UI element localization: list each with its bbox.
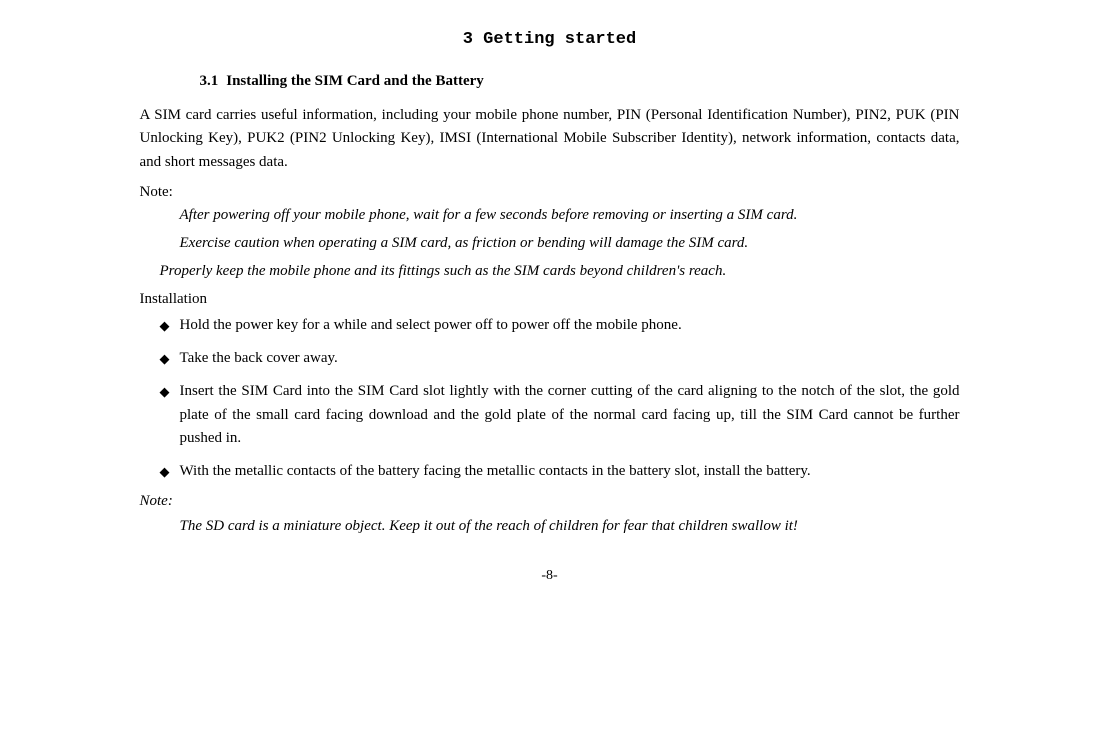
bullet-text-4: With the metallic contacts of the batter… <box>180 460 960 483</box>
list-item: ◆ Hold the power key for a while and sel… <box>160 314 960 337</box>
section-title: Installing the SIM Card and the Battery <box>226 73 484 89</box>
note-line-1: After powering off your mobile phone, wa… <box>180 203 960 227</box>
intro-paragraph: A SIM card carries useful information, i… <box>140 104 960 174</box>
list-item: ◆ Insert the SIM Card into the SIM Card … <box>160 380 960 450</box>
bottom-note-text: The SD card is a miniature object. Keep … <box>180 514 960 538</box>
bullet-icon-3: ◆ <box>160 382 170 402</box>
bullet-icon-1: ◆ <box>160 316 170 336</box>
section-number: 3.1 <box>200 73 219 89</box>
note-line-3: Properly keep the mobile phone and its f… <box>160 259 960 283</box>
bullet-text-1: Hold the power key for a while and selec… <box>180 314 960 337</box>
bullet-list: ◆ Hold the power key for a while and sel… <box>160 314 960 484</box>
bottom-note-label: Note: <box>140 493 960 510</box>
installation-label: Installation <box>140 291 960 308</box>
note-line-2: Exercise caution when operating a SIM ca… <box>180 231 960 255</box>
page-number: -8- <box>140 568 960 584</box>
section-heading: 3.1 Installing the SIM Card and the Batte… <box>200 73 960 90</box>
bullet-icon-2: ◆ <box>160 349 170 369</box>
bullet-text-3: Insert the SIM Card into the SIM Card sl… <box>180 380 960 450</box>
note-label: Note: <box>140 184 960 201</box>
page-title: 3 Getting started <box>140 30 960 49</box>
bullet-icon-4: ◆ <box>160 462 170 482</box>
bullet-text-2: Take the back cover away. <box>180 347 960 370</box>
list-item: ◆ Take the back cover away. <box>160 347 960 370</box>
page-container: 3 Getting started 3.1 Installing the SIM … <box>100 0 1000 624</box>
list-item: ◆ With the metallic contacts of the batt… <box>160 460 960 483</box>
